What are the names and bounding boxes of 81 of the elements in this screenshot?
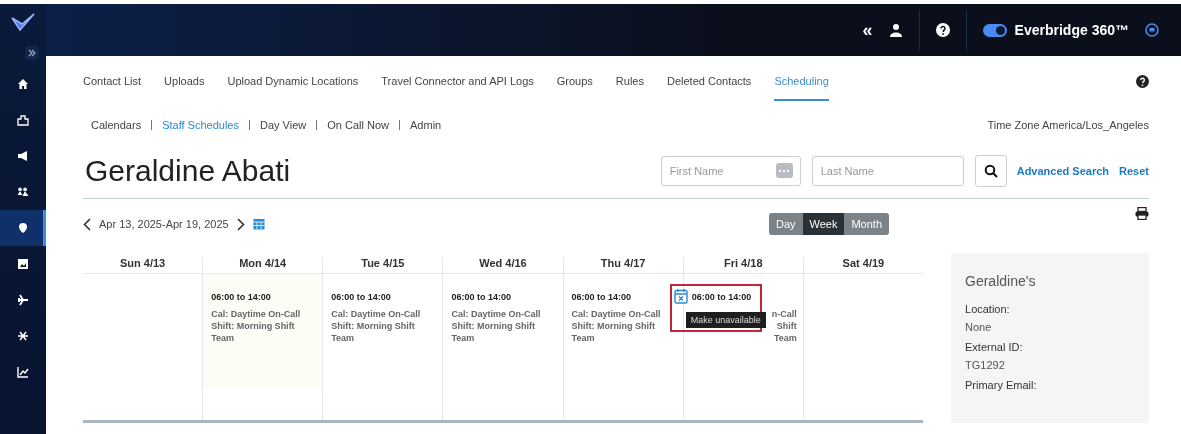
shift-detail: Shift: Morning Shift	[451, 320, 535, 332]
tab[interactable]: Groups	[556, 61, 593, 101]
tooltip: Make unavailable	[685, 312, 766, 328]
org-icon	[17, 114, 29, 126]
print-icon[interactable]	[1135, 207, 1149, 220]
day-heading: Sun 4/13	[83, 257, 203, 274]
subnav-link[interactable]: Calendars	[91, 119, 142, 131]
shift-time: 06:00 to 14:00	[211, 292, 271, 302]
view-tab[interactable]: Day	[768, 213, 803, 235]
shift-detail: Cal: Daytime On-Call	[331, 308, 421, 320]
previous-icon[interactable]	[83, 217, 91, 231]
page-title: Geraldine Abati	[85, 154, 291, 188]
help-icon[interactable]	[935, 23, 950, 37]
shift-detail: Team	[571, 332, 595, 344]
pin-icon	[17, 222, 29, 234]
people-icon	[17, 186, 29, 198]
shift-time: 06:00 to 14:00	[451, 292, 511, 302]
field-value: TG1292	[965, 359, 1006, 371]
calendar-x-icon[interactable]	[673, 288, 688, 304]
search-icon	[983, 164, 998, 178]
tab[interactable]: Travel Connector and API Logs	[381, 61, 534, 101]
view-tab[interactable]: Week	[802, 213, 845, 235]
tab[interactable]: Uploads	[164, 61, 205, 101]
shift-detail: Team	[451, 332, 475, 344]
tab[interactable]: Contact List	[83, 61, 142, 101]
field-label: Primary Email:	[965, 379, 1038, 391]
first-name-field[interactable]: First Name	[660, 156, 801, 186]
timezone-label: Time Zone America/Los_Angeles	[987, 119, 1149, 131]
reset-link[interactable]: Reset	[1119, 165, 1149, 177]
home-icon	[17, 78, 29, 90]
next-icon[interactable]	[236, 217, 245, 231]
shift-detail: Shift: Morning Shift	[571, 320, 656, 332]
shift-time: 06:00 to 14:00	[691, 292, 752, 302]
shift-detail: Shift	[776, 320, 797, 332]
collapse-button[interactable]: «	[862, 19, 873, 41]
plane-icon	[17, 294, 29, 306]
subnav-link[interactable]: Staff Schedules	[162, 119, 239, 131]
shift-time: 06:00 to 14:00	[331, 292, 391, 302]
shift-detail: Cal: Daytime On-Call	[571, 308, 661, 320]
day-heading: Wed 4/16	[443, 257, 563, 274]
field-value: None	[965, 321, 993, 333]
nav-item[interactable]	[0, 210, 46, 246]
shift-detail: Cal: Daytime On-Call	[211, 308, 301, 320]
megaphone-icon	[17, 150, 29, 162]
search-button[interactable]	[974, 155, 1007, 187]
shift-time: 06:00 to 14:00	[571, 292, 632, 302]
tab[interactable]: Deleted Contacts	[667, 61, 752, 101]
shift-detail: Cal: Daytime On-Call	[451, 308, 541, 320]
day-heading: Tue 4/15	[323, 257, 443, 274]
user-icon[interactable]	[888, 23, 903, 37]
tab[interactable]: Upload Dynamic Locations	[227, 61, 359, 101]
chart-icon	[17, 366, 29, 378]
tab[interactable]: Rules	[615, 61, 644, 101]
shift-detail: Team	[331, 332, 355, 344]
day-heading: Sat 4/19	[803, 257, 923, 274]
field-label: External ID:	[965, 341, 1024, 353]
day-heading: Fri 4/18	[683, 257, 803, 274]
image-icon	[17, 258, 29, 270]
calendar-icon[interactable]	[252, 218, 265, 230]
day-heading: Thu 4/17	[563, 257, 683, 274]
subnav-link[interactable]: On Call Now	[327, 119, 389, 131]
subnav-link[interactable]: Day View	[260, 119, 307, 131]
tab[interactable]: Scheduling	[774, 61, 829, 101]
subnav-link[interactable]: Admin	[410, 119, 442, 131]
expand-icon[interactable]	[25, 46, 39, 60]
panel-title: Geraldine's	[965, 273, 1037, 289]
date-range: Apr 13, 2025-Apr 19, 2025	[99, 218, 229, 230]
last-name-field[interactable]: Last Name	[811, 156, 964, 186]
chat-icon[interactable]	[1145, 23, 1159, 37]
help-icon[interactable]	[1136, 74, 1149, 88]
shift-detail: Team	[211, 332, 234, 344]
shift-detail: Team	[774, 332, 797, 344]
view-tab[interactable]: Month	[844, 213, 889, 235]
toggle-switch[interactable]	[982, 23, 1007, 37]
shift-detail: n-Call	[771, 308, 797, 320]
product-name: Everbridge 360™	[1014, 22, 1129, 38]
shift-detail: Shift: Morning Shift	[211, 320, 295, 332]
shift-detail: Shift: Morning Shift	[331, 320, 415, 332]
field-label: Location:	[965, 303, 1011, 315]
logo-icon	[10, 12, 36, 32]
advanced-search-link[interactable]: Advanced Search	[1016, 165, 1110, 177]
